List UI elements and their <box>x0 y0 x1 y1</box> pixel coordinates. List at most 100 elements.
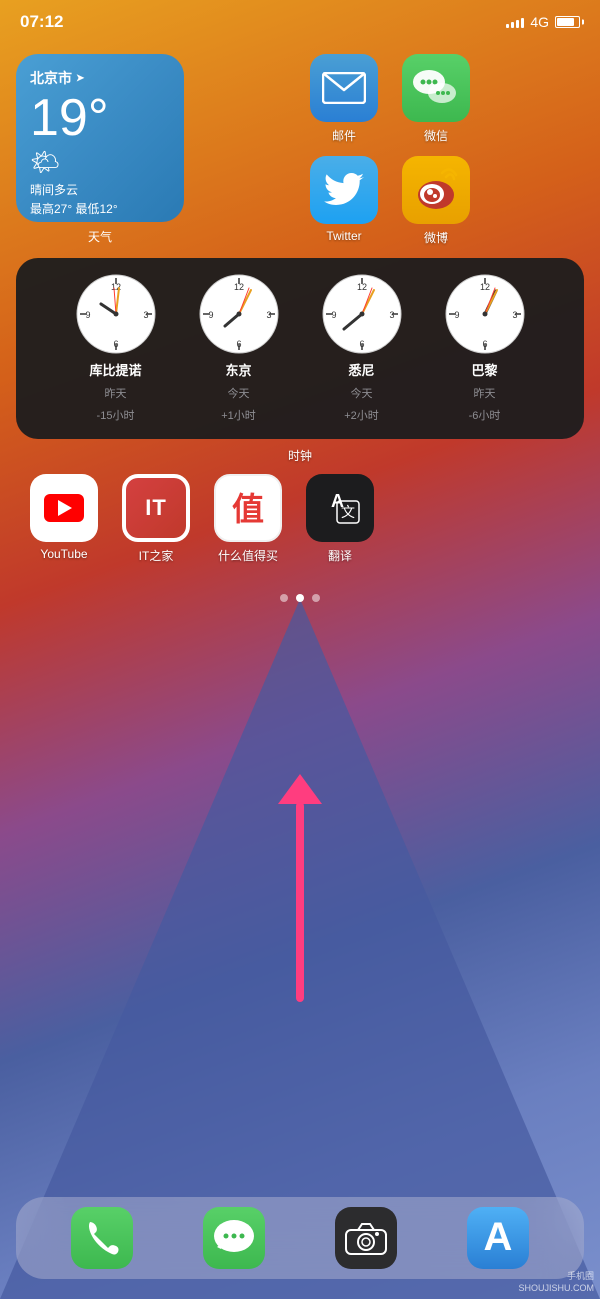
clock-widget[interactable]: 12 3 6 9 库比提诺 昨天 -15小时 <box>16 258 584 439</box>
ithome-label: IT之家 <box>139 547 174 564</box>
smzdm-label: 什么值得买 <box>218 547 278 564</box>
weather-label: 天气 <box>88 228 112 245</box>
weather-widget[interactable]: 北京市 19° 🌤 晴间多云 最高27° 最低12° <box>16 54 184 222</box>
arrow-head <box>278 774 322 804</box>
up-arrow <box>278 774 322 1002</box>
right-apps: 邮件 <box>196 54 584 246</box>
svg-text:文: 文 <box>341 504 355 520</box>
appstore-dock[interactable]: A <box>458 1207 538 1269</box>
svg-text:6: 6 <box>482 339 487 349</box>
status-bar: 07:12 4G <box>0 0 600 44</box>
status-right: 4G <box>506 14 580 30</box>
appstore-icon[interactable]: A <box>467 1207 529 1269</box>
app-row-top: 邮件 <box>196 54 584 144</box>
clock-paris-label: 巴黎 <box>471 360 497 379</box>
weibo-svg <box>410 165 462 215</box>
wechat-icon[interactable] <box>402 54 470 122</box>
smzdm-svg: 值 <box>222 482 274 534</box>
twitter-app[interactable]: Twitter <box>304 156 384 246</box>
svg-text:12: 12 <box>479 282 489 292</box>
clock-sydney-offset: +2小时 <box>344 407 379 423</box>
smzdm-icon[interactable]: 值 <box>214 474 282 542</box>
svg-text:A: A <box>484 1216 513 1259</box>
wechat-svg <box>410 67 462 109</box>
watermark-top: 手机圈 <box>567 1269 594 1282</box>
dot-0[interactable] <box>280 594 288 602</box>
clock-sydney-label: 悉尼 <box>348 360 374 379</box>
translate-app[interactable]: A 文 翻译 <box>300 474 380 564</box>
weather-condition: 晴间多云 <box>30 181 170 198</box>
dock: A <box>16 1197 584 1279</box>
messages-dock[interactable] <box>194 1207 274 1269</box>
dot-2[interactable] <box>312 594 320 602</box>
svg-text:9: 9 <box>85 310 90 320</box>
clock-tokyo-offset: +1小时 <box>221 407 256 423</box>
translate-label: 翻译 <box>328 547 352 564</box>
clock-widget-label: 时钟 <box>16 447 584 464</box>
phone-svg <box>84 1220 120 1256</box>
clock-kubidino-day: 昨天 <box>105 385 127 401</box>
arrow-shaft <box>296 802 304 1002</box>
translate-icon[interactable]: A 文 <box>306 474 374 542</box>
weibo-label: 微博 <box>424 229 448 246</box>
signal-bar-1 <box>506 24 509 28</box>
home-screen: 北京市 19° 🌤 晴间多云 最高27° 最低12° 天气 <box>0 44 600 1299</box>
clock-widget-section: 12 3 6 9 库比提诺 昨天 -15小时 <box>16 258 584 464</box>
clock-paris-day: 昨天 <box>474 385 496 401</box>
svg-text:9: 9 <box>208 310 213 320</box>
signal-bars <box>506 16 524 28</box>
battery-icon <box>555 16 580 28</box>
translate-svg: A 文 <box>313 481 367 535</box>
watermark-bot: SHOUJISHU.COM <box>518 1283 594 1293</box>
svg-text:3: 3 <box>389 310 394 320</box>
weibo-app[interactable]: 微博 <box>396 156 476 246</box>
ithome-icon[interactable]: IT <box>122 474 190 542</box>
phone-icon[interactable] <box>71 1207 133 1269</box>
dot-1[interactable] <box>296 594 304 602</box>
youtube-triangle <box>58 500 72 516</box>
smzdm-app[interactable]: 值 什么值得买 <box>208 474 288 564</box>
appstore-svg: A <box>476 1216 520 1260</box>
signal-bar-4 <box>521 18 524 28</box>
mail-svg <box>322 72 366 104</box>
svg-text:6: 6 <box>236 339 241 349</box>
weather-high: 最高27° <box>30 202 72 216</box>
phone-dock[interactable] <box>62 1207 142 1269</box>
twitter-icon[interactable] <box>310 156 378 224</box>
mail-icon[interactable] <box>310 54 378 122</box>
weather-range: 最高27° 最低12° <box>30 200 170 217</box>
app-row-bottom: Twitter <box>196 156 584 246</box>
mail-label: 邮件 <box>332 127 356 144</box>
svg-text:3: 3 <box>266 310 271 320</box>
clock-tokyo-face: 12 3 6 9 <box>199 274 279 354</box>
svg-text:12: 12 <box>356 282 366 292</box>
wechat-label: 微信 <box>424 127 448 144</box>
clock-paris-face: 12 3 6 9 <box>445 274 525 354</box>
clock-sydney[interactable]: 12 3 6 9 悉尼 今天 +2小时 <box>304 274 419 423</box>
ithome-app[interactable]: IT IT之家 <box>116 474 196 564</box>
youtube-label: YouTube <box>40 547 87 561</box>
weibo-icon[interactable] <box>402 156 470 224</box>
network-type: 4G <box>530 14 549 30</box>
clock-kubidino[interactable]: 12 3 6 9 库比提诺 昨天 -15小时 <box>58 274 173 423</box>
signal-bar-3 <box>516 20 519 28</box>
svg-text:12: 12 <box>233 282 243 292</box>
clock-kubidino-label: 库比提诺 <box>89 360 141 379</box>
svg-text:3: 3 <box>512 310 517 320</box>
clock-tokyo[interactable]: 12 3 6 9 东京 今天 +1小时 <box>181 274 296 423</box>
clock-paris-offset: -6小时 <box>469 407 501 423</box>
camera-icon[interactable] <box>335 1207 397 1269</box>
clock-sydney-face: 12 3 6 9 <box>322 274 402 354</box>
svg-text:9: 9 <box>331 310 336 320</box>
camera-dock[interactable] <box>326 1207 406 1269</box>
wechat-app[interactable]: 微信 <box>396 54 476 144</box>
mail-app[interactable]: 邮件 <box>304 54 384 144</box>
youtube-icon[interactable] <box>30 474 98 542</box>
messages-icon[interactable] <box>203 1207 265 1269</box>
page-dots <box>16 594 584 602</box>
youtube-app[interactable]: YouTube <box>24 474 104 564</box>
clock-paris[interactable]: 12 3 6 9 巴黎 昨天 -6小时 <box>427 274 542 423</box>
messages-svg <box>213 1219 255 1257</box>
weather-low: 最低12° <box>76 202 118 216</box>
weather-temp: 19° <box>30 92 170 144</box>
